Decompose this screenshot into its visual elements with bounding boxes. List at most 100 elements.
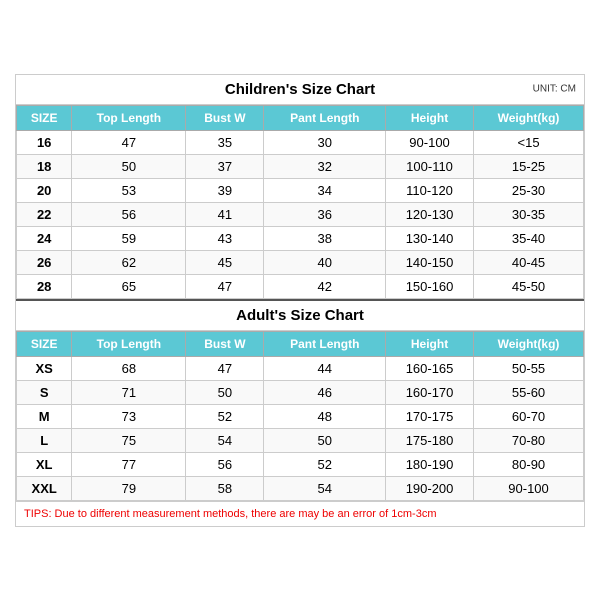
col-header-bust-w: Bust W [186, 105, 264, 130]
table-cell: 28 [17, 274, 72, 298]
table-cell: 65 [72, 274, 186, 298]
table-row: 28654742150-16045-50 [17, 274, 584, 298]
table-cell: 160-165 [386, 356, 474, 380]
table-row: 20533934110-12025-30 [17, 178, 584, 202]
table-cell: 54 [186, 428, 264, 452]
table-cell: 160-170 [386, 380, 474, 404]
table-cell: 71 [72, 380, 186, 404]
table-cell: 47 [186, 274, 264, 298]
table-cell: 60-70 [474, 404, 584, 428]
table-cell: 190-200 [386, 476, 474, 500]
table-cell: 48 [264, 404, 386, 428]
table-row: 24594338130-14035-40 [17, 226, 584, 250]
table-cell: 47 [72, 130, 186, 154]
adult-col-header-bust-w: Bust W [186, 331, 264, 356]
table-row: 26624540140-15040-45 [17, 250, 584, 274]
table-cell: 77 [72, 452, 186, 476]
table-cell: 37 [186, 154, 264, 178]
table-cell: 50 [264, 428, 386, 452]
table-cell: 36 [264, 202, 386, 226]
table-cell: M [17, 404, 72, 428]
children-table: SIZE Top Length Bust W Pant Length Heigh… [16, 105, 584, 299]
table-cell: 175-180 [386, 428, 474, 452]
table-cell: <15 [474, 130, 584, 154]
table-cell: 47 [186, 356, 264, 380]
table-cell: 130-140 [386, 226, 474, 250]
adult-col-header-size: SIZE [17, 331, 72, 356]
table-cell: 52 [264, 452, 386, 476]
table-cell: 46 [264, 380, 386, 404]
adult-title-row: Adult's Size Chart [16, 299, 584, 331]
table-cell: 42 [264, 274, 386, 298]
table-cell: 18 [17, 154, 72, 178]
table-cell: 25-30 [474, 178, 584, 202]
table-cell: 170-175 [386, 404, 474, 428]
table-cell: 24 [17, 226, 72, 250]
table-cell: 140-150 [386, 250, 474, 274]
table-row: 1647353090-100<15 [17, 130, 584, 154]
table-cell: 90-100 [474, 476, 584, 500]
table-cell: 45-50 [474, 274, 584, 298]
table-row: S715046160-17055-60 [17, 380, 584, 404]
table-row: 18503732100-11015-25 [17, 154, 584, 178]
table-cell: 20 [17, 178, 72, 202]
table-cell: 56 [72, 202, 186, 226]
table-cell: 30 [264, 130, 386, 154]
col-header-pant-length: Pant Length [264, 105, 386, 130]
table-cell: 120-130 [386, 202, 474, 226]
table-cell: 50-55 [474, 356, 584, 380]
table-cell: 39 [186, 178, 264, 202]
table-cell: S [17, 380, 72, 404]
tips-text: TIPS: Due to different measurement metho… [24, 508, 436, 520]
table-cell: 59 [72, 226, 186, 250]
col-header-weight: Weight(kg) [474, 105, 584, 130]
table-cell: 40-45 [474, 250, 584, 274]
adult-col-header-height: Height [386, 331, 474, 356]
adult-col-header-top-length: Top Length [72, 331, 186, 356]
children-title-row: Children's Size Chart UNIT: CM [16, 75, 584, 105]
children-title: Children's Size Chart [225, 81, 375, 98]
table-cell: XL [17, 452, 72, 476]
table-row: XL775652180-19080-90 [17, 452, 584, 476]
table-cell: 150-160 [386, 274, 474, 298]
unit-label: UNIT: CM [533, 84, 576, 95]
table-cell: 73 [72, 404, 186, 428]
table-cell: 35-40 [474, 226, 584, 250]
children-header-row: SIZE Top Length Bust W Pant Length Heigh… [17, 105, 584, 130]
table-cell: XS [17, 356, 72, 380]
table-cell: 41 [186, 202, 264, 226]
table-cell: 90-100 [386, 130, 474, 154]
table-cell: 26 [17, 250, 72, 274]
table-cell: 50 [186, 380, 264, 404]
adult-table: SIZE Top Length Bust W Pant Length Heigh… [16, 331, 584, 501]
col-header-height: Height [386, 105, 474, 130]
table-cell: 55-60 [474, 380, 584, 404]
table-cell: 70-80 [474, 428, 584, 452]
table-cell: 180-190 [386, 452, 474, 476]
table-cell: 32 [264, 154, 386, 178]
table-cell: 34 [264, 178, 386, 202]
table-cell: 43 [186, 226, 264, 250]
table-row: XS684744160-16550-55 [17, 356, 584, 380]
table-cell: L [17, 428, 72, 452]
table-cell: 62 [72, 250, 186, 274]
table-cell: 50 [72, 154, 186, 178]
table-cell: 100-110 [386, 154, 474, 178]
table-cell: 68 [72, 356, 186, 380]
table-cell: 45 [186, 250, 264, 274]
table-cell: 75 [72, 428, 186, 452]
table-cell: 110-120 [386, 178, 474, 202]
table-row: 22564136120-13030-35 [17, 202, 584, 226]
table-row: M735248170-17560-70 [17, 404, 584, 428]
table-cell: 30-35 [474, 202, 584, 226]
table-row: L755450175-18070-80 [17, 428, 584, 452]
col-header-top-length: Top Length [72, 105, 186, 130]
table-cell: 56 [186, 452, 264, 476]
tips-row: TIPS: Due to different measurement metho… [16, 501, 584, 526]
table-cell: 79 [72, 476, 186, 500]
table-cell: 53 [72, 178, 186, 202]
adult-title: Adult's Size Chart [236, 307, 364, 324]
chart-container: Children's Size Chart UNIT: CM SIZE Top … [15, 74, 585, 527]
table-cell: 16 [17, 130, 72, 154]
table-cell: 58 [186, 476, 264, 500]
